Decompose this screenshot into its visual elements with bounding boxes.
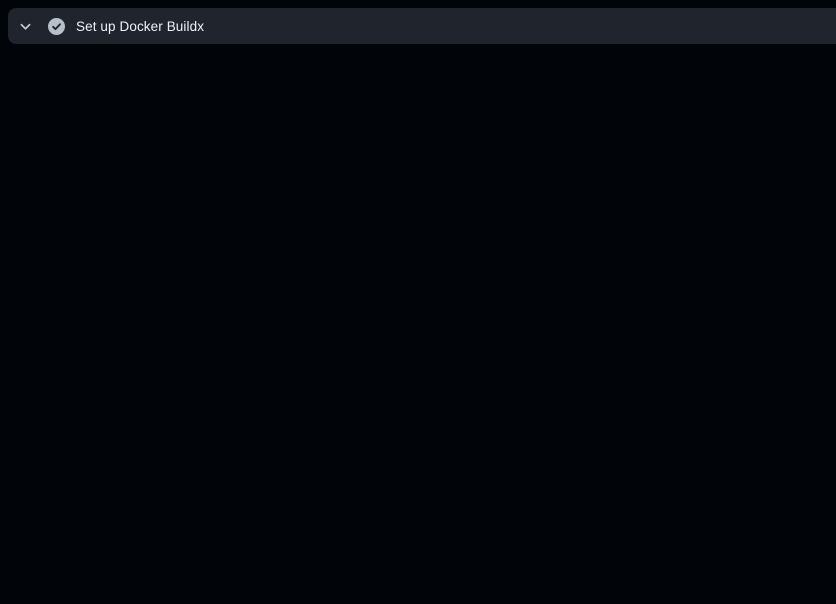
log-row: 122 { bbox=[0, 298, 836, 318]
actions-log-viewer: { "header": { "title": "Set up Docker Bu… bbox=[0, 0, 836, 604]
log-row: 99builder-d9cfb5a1-c764-445a-a57e-0b19d2… bbox=[0, 197, 836, 217]
chevron-down-icon[interactable] bbox=[16, 17, 34, 35]
log-row: 131 "name": "builder-d9cfb5a1-c764-445a-… bbox=[0, 480, 836, 500]
log-row: 98/usr/bin/docker buildx create --name b… bbox=[0, 177, 836, 197]
log-row: 126 "buildkitd-flags": "--allow-insecure… bbox=[0, 379, 836, 399]
log-row: 133 "lastActivity": "2023-02-25T11:58:12… bbox=[0, 520, 836, 540]
log-row: 136builder-d9cfb5a1-c764-445a-a57e-0b19d… bbox=[0, 581, 836, 601]
log-rows: 1▶Run ./ 7▶Docker info 94▼Buildx version… bbox=[0, 44, 836, 604]
log-row: 7▶Docker info bbox=[0, 76, 836, 96]
log-row: 100▶Booting builder bbox=[0, 218, 836, 238]
log-row: 125 "status": "running", bbox=[0, 359, 836, 379]
log-row: 135▼BuildKit version bbox=[0, 561, 836, 581]
log-row: 134} bbox=[0, 541, 836, 561]
log-row: 120{ bbox=[0, 258, 836, 278]
log-row: 97▼Creating a new builder instance bbox=[0, 157, 836, 177]
log-row: 132 "driver": "docker-container", bbox=[0, 500, 836, 520]
log-row: 96github.com/docker/buildx 0.10.3+azure-… bbox=[0, 137, 836, 157]
log-row: 1▶Run ./ bbox=[0, 56, 836, 76]
log-row: 130 ], bbox=[0, 460, 836, 480]
log-row: 121 "nodes": [ bbox=[0, 278, 836, 298]
log-row: 128 "platforms": "linux/amd64,linux/amd6… bbox=[0, 419, 836, 439]
log-row: 94▼Buildx version bbox=[0, 96, 836, 116]
log-row: 123 "name": "builder-d9cfb5a1-c764-445a-… bbox=[0, 318, 836, 338]
step-header[interactable]: Set up Docker Buildx bbox=[8, 8, 836, 44]
log-row: 95/usr/bin/docker buildx version bbox=[0, 117, 836, 137]
step-title: Set up Docker Buildx bbox=[76, 19, 204, 34]
log-row: 129 } bbox=[0, 440, 836, 460]
log-row: 119▼Inspect builder bbox=[0, 238, 836, 258]
check-circle-icon bbox=[47, 17, 65, 35]
log-row: 124 "endpoint": "unix:///var/run/docker.… bbox=[0, 339, 836, 359]
log-row: 127 "buildkit": "v0.11.3", bbox=[0, 399, 836, 419]
